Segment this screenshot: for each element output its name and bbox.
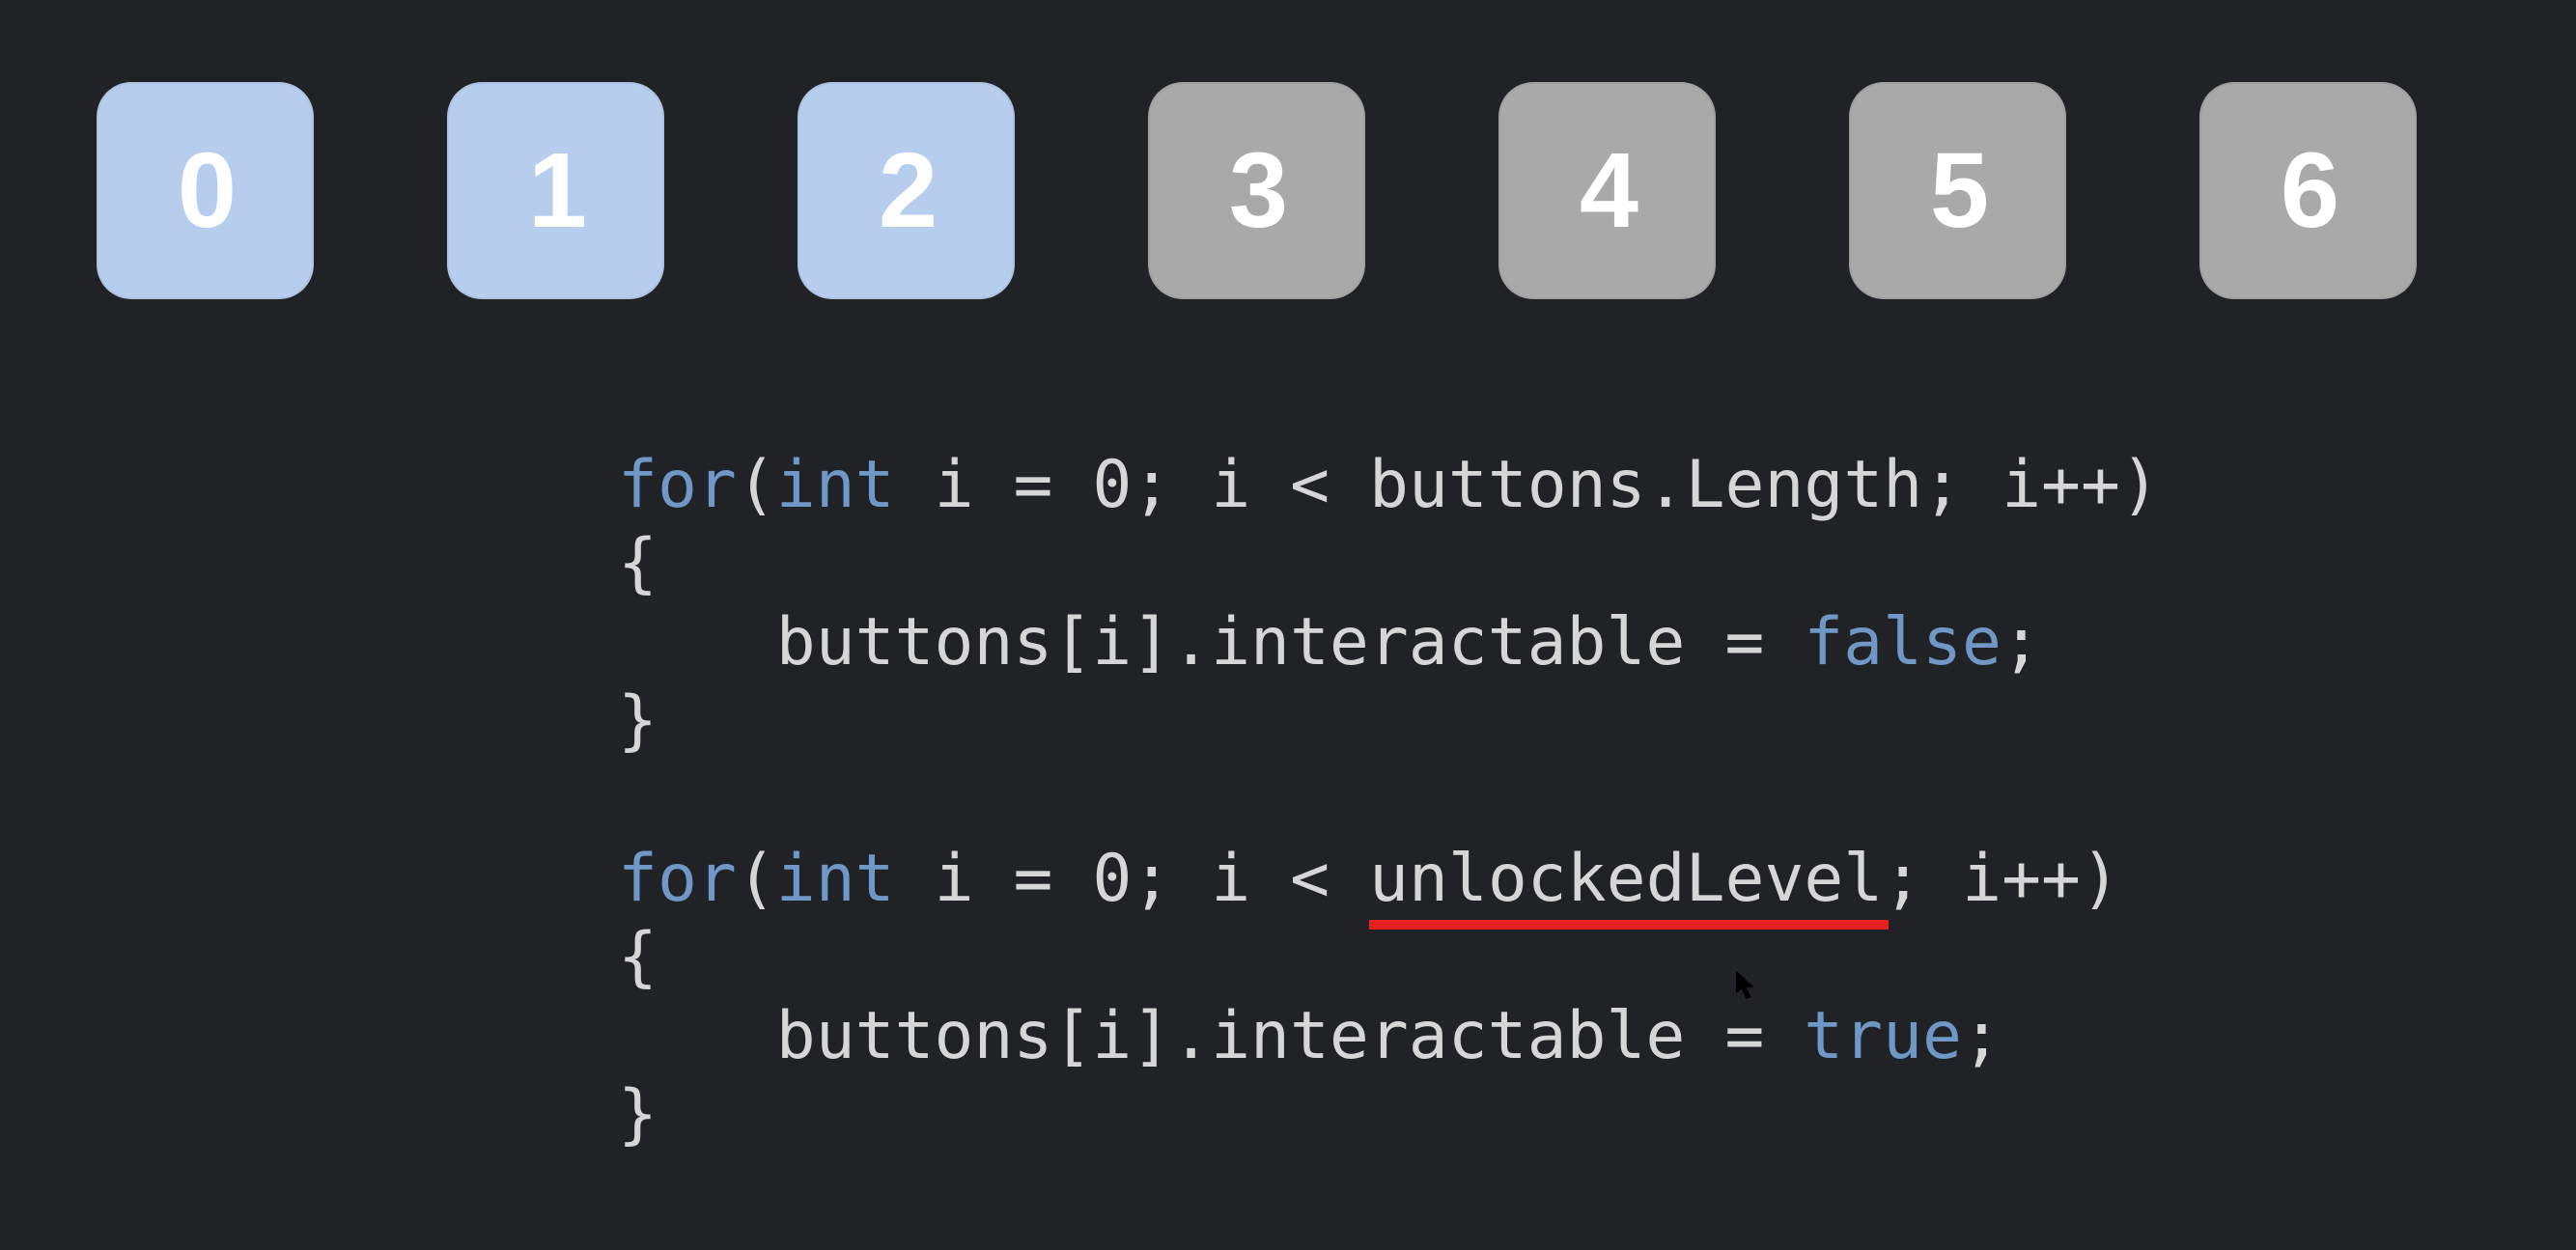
equals: = xyxy=(1013,841,1052,917)
var-i: i xyxy=(935,447,974,523)
body-expr: buttons[i].interactable xyxy=(776,998,1686,1074)
level-button-3: 3 xyxy=(1148,82,1365,299)
semicolon: ; xyxy=(1132,447,1171,523)
paren-open: ( xyxy=(737,841,776,917)
level-button-5: 5 xyxy=(1849,82,2066,299)
level-button-2[interactable]: 2 xyxy=(798,82,1015,299)
paren-close: ) xyxy=(2120,447,2160,523)
brace-open: { xyxy=(618,919,658,995)
equals: = xyxy=(1013,447,1052,523)
unlocked-level: unlockedLevel xyxy=(1369,841,1883,917)
level-button-6: 6 xyxy=(2199,82,2417,299)
semicolon: ; xyxy=(1883,841,1922,917)
equals: = xyxy=(1724,604,1764,681)
semicolon: ; xyxy=(2002,604,2041,681)
level-button-row: 0 1 2 3 4 5 6 xyxy=(97,82,2417,299)
brace-close: } xyxy=(618,1076,658,1153)
level-button-4: 4 xyxy=(1498,82,1716,299)
increment: i++ xyxy=(1962,841,2081,917)
level-button-label: 3 xyxy=(1229,129,1284,252)
code-block: for(int i = 0; i < buttons.Length; i++) … xyxy=(618,367,2160,1154)
less-than: < xyxy=(1290,841,1330,917)
level-button-label: 4 xyxy=(1580,129,1635,252)
paren-open: ( xyxy=(737,447,776,523)
var-i: i xyxy=(935,841,974,917)
body-expr: buttons[i].interactable xyxy=(776,604,1686,681)
level-button-label: 1 xyxy=(528,129,583,252)
semicolon: ; xyxy=(1962,998,2002,1074)
keyword-for: for xyxy=(618,841,737,917)
type-int: int xyxy=(776,841,895,917)
paren-close: ) xyxy=(2081,841,2120,917)
bool-true: true xyxy=(1804,998,1962,1074)
underline-annotation: unlockedLevel xyxy=(1369,840,1883,919)
level-button-1[interactable]: 1 xyxy=(447,82,664,299)
stage: 0123456 for(int i = 0; i < buttons.Lengt… xyxy=(0,0,2576,1250)
var-i: i xyxy=(1211,841,1250,917)
brace-close: } xyxy=(618,682,658,759)
bool-false: false xyxy=(1804,604,2002,681)
buttons-length: buttons.Length xyxy=(1369,447,1922,523)
less-than: < xyxy=(1290,447,1330,523)
var-i: i xyxy=(1211,447,1250,523)
keyword-for: for xyxy=(618,447,737,523)
equals: = xyxy=(1724,998,1764,1074)
level-button-label: 6 xyxy=(2281,129,2336,252)
semicolon: ; xyxy=(1922,447,1962,523)
level-button-0[interactable]: 0 xyxy=(97,82,314,299)
num-zero: 0 xyxy=(1092,841,1132,917)
level-button-label: 5 xyxy=(1930,129,1985,252)
level-button-label: 2 xyxy=(879,129,934,252)
type-int: int xyxy=(776,447,895,523)
increment: i++ xyxy=(2002,447,2120,523)
num-zero: 0 xyxy=(1092,447,1132,523)
level-button-label: 0 xyxy=(178,129,233,252)
brace-open: { xyxy=(618,525,658,601)
semicolon: ; xyxy=(1132,841,1171,917)
